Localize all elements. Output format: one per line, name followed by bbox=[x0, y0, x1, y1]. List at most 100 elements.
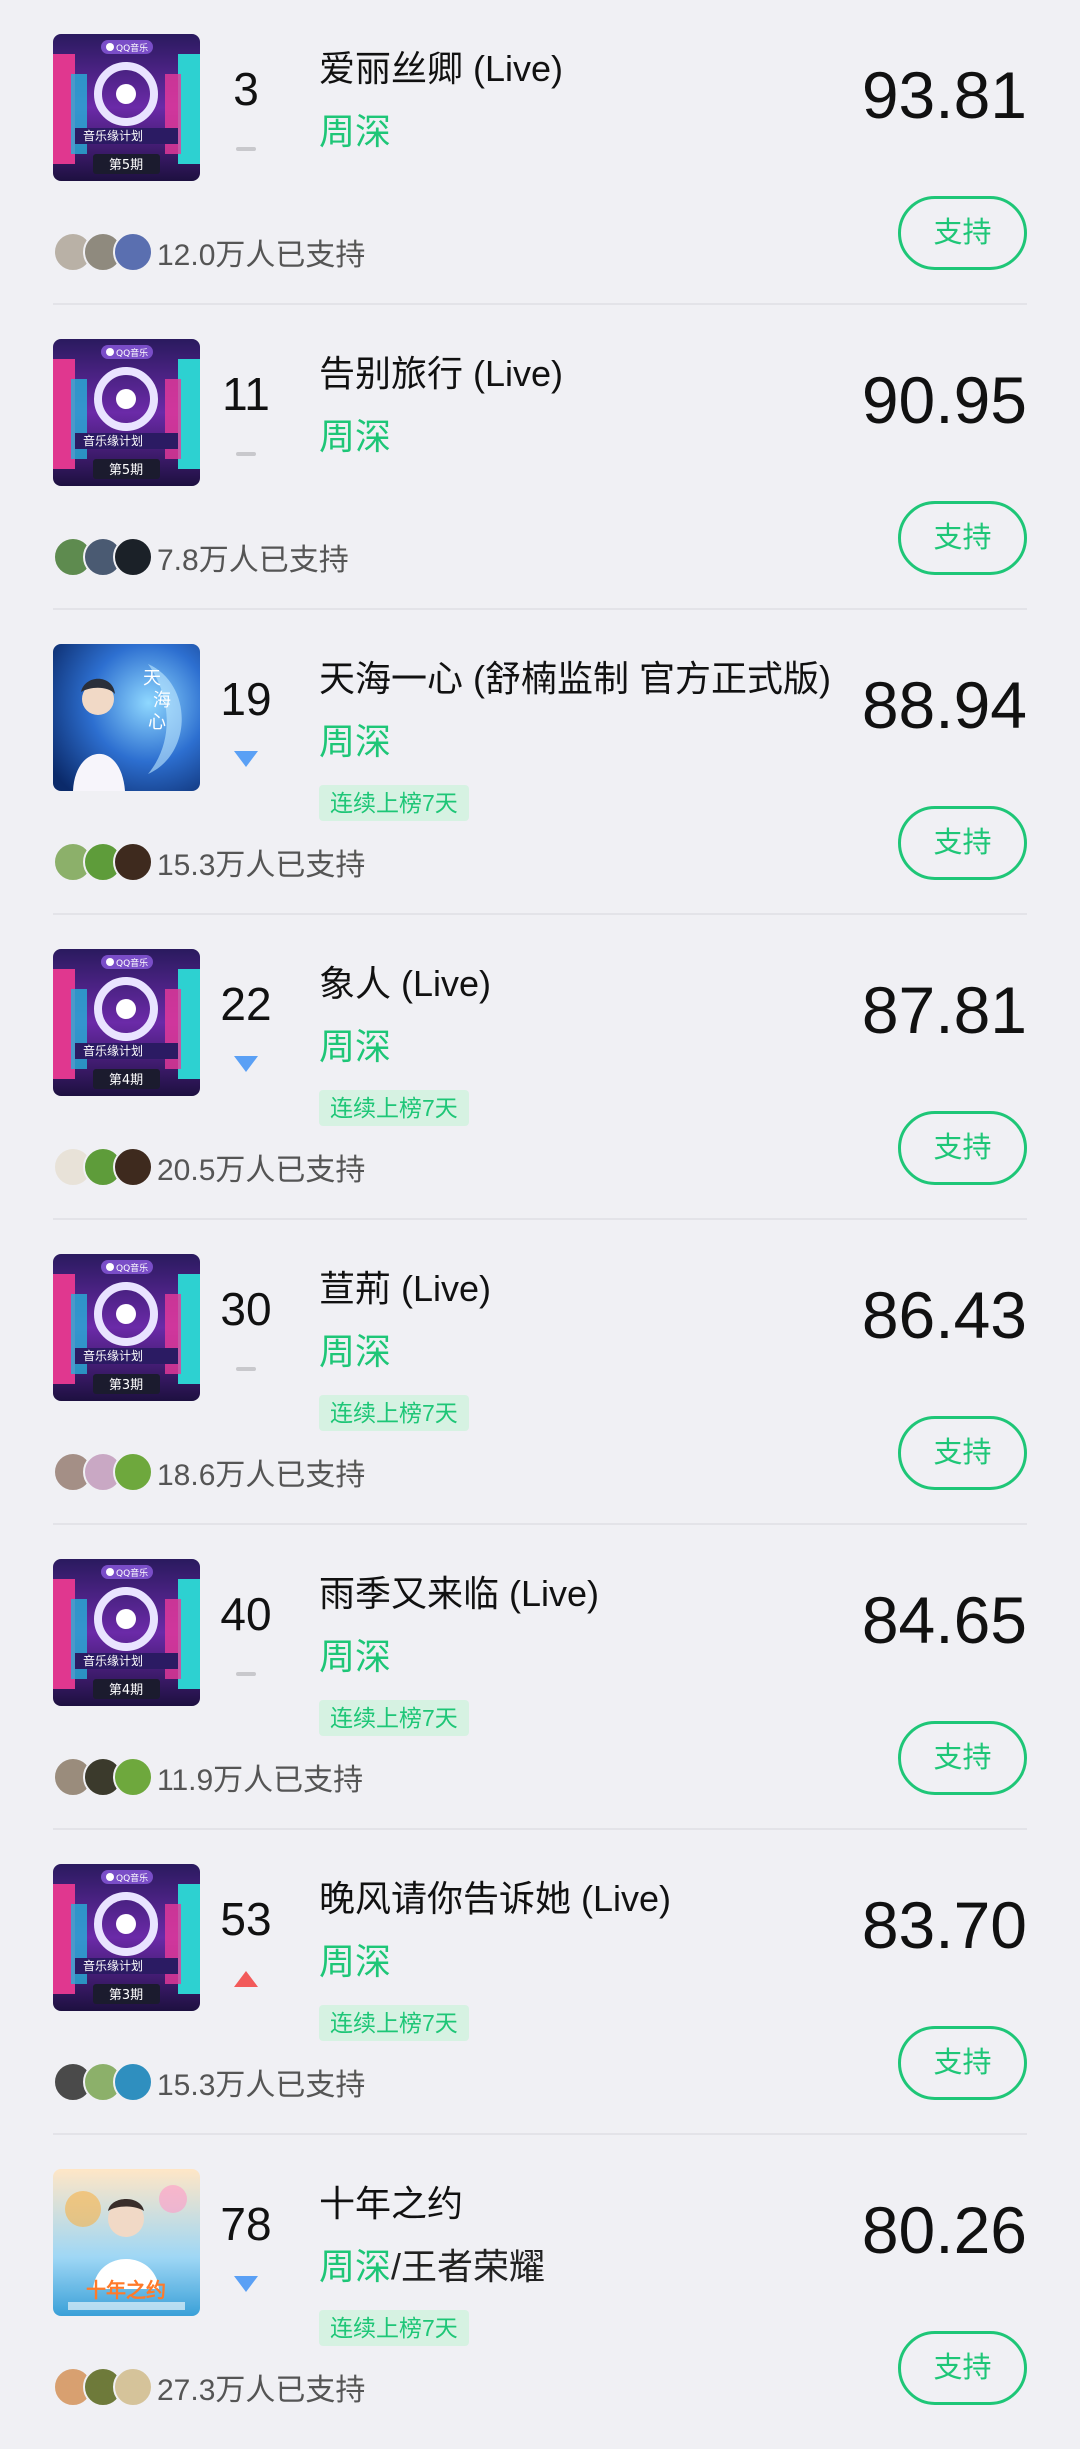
avatar bbox=[113, 232, 153, 272]
supporter-avatars bbox=[53, 2367, 163, 2407]
rank-number: 40 bbox=[220, 1588, 272, 1640]
artist-name[interactable]: 王者荣耀 bbox=[401, 2246, 545, 2287]
chart-list: QQ音乐 音乐缘计划 第5期 3 爱丽丝卿 (Live) 周深 93.81 支持 12.0… bbox=[0, 0, 1080, 2440]
trend-flat-icon bbox=[206, 138, 286, 160]
artist-name[interactable]: 周深 bbox=[319, 1941, 391, 1982]
score: 86.43 bbox=[861, 1278, 1027, 1352]
svg-text:QQ音乐: QQ音乐 bbox=[116, 957, 148, 969]
support-button[interactable]: 支持 bbox=[898, 1416, 1027, 1490]
chart-item[interactable]: 天 海 心 19 天海一心 (舒楠监制 官方正式版) 周深 连续上榜7天 88.94 支持… bbox=[0, 610, 1080, 915]
trend-down-icon bbox=[206, 1053, 286, 1075]
support-button[interactable]: 支持 bbox=[898, 1111, 1027, 1185]
avatar bbox=[113, 1452, 153, 1492]
artist-line: 周深 bbox=[319, 1635, 391, 1679]
supporters-row: 11.9万人已支持 bbox=[53, 1757, 363, 1797]
song-title[interactable]: 爱丽丝卿 (Live) bbox=[319, 47, 563, 91]
chart-item[interactable]: QQ音乐 音乐缘计划 第5期 11 告别旅行 (Live) 周深 90.95 支持 7.8… bbox=[0, 305, 1080, 610]
artist-name[interactable]: 周深 bbox=[319, 416, 391, 457]
svg-text:QQ音乐: QQ音乐 bbox=[116, 347, 148, 359]
trend-up-icon bbox=[206, 1968, 286, 1990]
score: 84.65 bbox=[861, 1583, 1027, 1657]
supporter-avatars bbox=[53, 232, 163, 272]
album-cover[interactable]: QQ音乐 音乐缘计划 第5期 bbox=[53, 339, 200, 486]
song-title[interactable]: 晚风请你告诉她 (Live) bbox=[319, 1877, 671, 1921]
chart-item[interactable]: QQ音乐 音乐缘计划 第3期 30 荁荊 (Live) 周深 连续上榜7天 86.43 支… bbox=[0, 1220, 1080, 1525]
rank-number: 3 bbox=[233, 63, 259, 115]
song-title[interactable]: 告别旅行 (Live) bbox=[319, 352, 563, 396]
score: 80.26 bbox=[861, 2193, 1027, 2267]
chart-item[interactable]: QQ音乐 音乐缘计划 第4期 40 雨季又来临 (Live) 周深连续上榜7天 84.… bbox=[0, 1525, 1080, 1830]
support-button[interactable]: 支持 bbox=[898, 2331, 1027, 2405]
album-cover[interactable]: 十年之约 bbox=[53, 2169, 200, 2316]
streak-badge: 连续上榜7天 bbox=[319, 1700, 469, 1736]
album-cover[interactable]: QQ音乐 音乐缘计划 第3期 bbox=[53, 1864, 200, 2011]
album-cover[interactable]: QQ音乐 音乐缘计划 第3期 bbox=[53, 1254, 200, 1401]
rank-number: 53 bbox=[220, 1893, 272, 1945]
svg-text:音乐缘计划: 音乐缘计划 bbox=[83, 1958, 143, 1973]
album-cover[interactable]: QQ音乐 音乐缘计划 第4期 bbox=[53, 1559, 200, 1706]
support-button[interactable]: 支持 bbox=[898, 501, 1027, 575]
chart-item[interactable]: QQ音乐 音乐缘计划 第5期 3 爱丽丝卿 (Live) 周深 93.81 支持 12.0… bbox=[0, 0, 1080, 305]
avatar bbox=[113, 842, 153, 882]
svg-text:第4期: 第4期 bbox=[109, 1073, 143, 1088]
svg-text:QQ音乐: QQ音乐 bbox=[116, 1872, 148, 1884]
album-cover[interactable]: QQ音乐 音乐缘计划 第4期 bbox=[53, 949, 200, 1096]
rank-number: 78 bbox=[220, 2198, 272, 2250]
support-button[interactable]: 支持 bbox=[898, 2026, 1027, 2100]
supporters-count: 12.0万人已支持 bbox=[157, 239, 366, 272]
artist-name[interactable]: 周深 bbox=[319, 721, 391, 762]
chart-item[interactable]: QQ音乐 音乐缘计划 第3期 53 晚风请你告诉她 (Live) 周深 连续上榜7天 8… bbox=[0, 1830, 1080, 2135]
streak-badge: 连续上榜7天 bbox=[319, 1090, 469, 1126]
score: 93.81 bbox=[861, 58, 1027, 132]
rank-number: 30 bbox=[220, 1283, 272, 1335]
song-title[interactable]: 十年之约 bbox=[319, 2182, 463, 2226]
supporters-count: 7.8万人已支持 bbox=[157, 544, 349, 577]
svg-text:第3期: 第3期 bbox=[109, 1378, 143, 1393]
album-cover[interactable]: QQ音乐 音乐缘计划 第5期 bbox=[53, 34, 200, 181]
svg-text:第3期: 第3期 bbox=[109, 1988, 143, 2003]
svg-text:QQ音乐: QQ音乐 bbox=[116, 1262, 148, 1274]
artist-line: 周深 bbox=[319, 1330, 391, 1374]
artist-name[interactable]: 周深 bbox=[319, 111, 391, 152]
avatar bbox=[113, 537, 153, 577]
support-button[interactable]: 支持 bbox=[898, 196, 1027, 270]
support-button[interactable]: 支持 bbox=[898, 1721, 1027, 1795]
artist-name[interactable]: 周深 bbox=[319, 2246, 391, 2287]
artist-name[interactable]: 周深 bbox=[319, 1026, 391, 1067]
supporters-count: 15.3万人已支持 bbox=[157, 2069, 366, 2102]
svg-text:心: 心 bbox=[148, 712, 166, 733]
support-button[interactable]: 支持 bbox=[898, 806, 1027, 880]
supporter-avatars bbox=[53, 2062, 163, 2102]
supporters-count: 18.6万人已支持 bbox=[157, 1459, 366, 1492]
song-title[interactable]: 荁荊 (Live) bbox=[319, 1267, 491, 1311]
rank-number: 22 bbox=[220, 978, 272, 1030]
chart-item[interactable]: 十年之约 78 十年之约 周深/王者荣耀 连续上榜7天 80.26 支持 27.3万人已支持 bbox=[0, 2135, 1080, 2440]
artist-separator: / bbox=[391, 2246, 402, 2287]
album-cover[interactable]: 天 海 心 bbox=[53, 644, 200, 791]
streak-badge: 连续上榜7天 bbox=[319, 2005, 469, 2041]
trend-flat-icon bbox=[206, 1663, 286, 1685]
supporters-count: 20.5万人已支持 bbox=[157, 1154, 366, 1187]
song-title[interactable]: 象人 (Live) bbox=[319, 962, 491, 1006]
supporter-avatars bbox=[53, 1757, 163, 1797]
svg-text:海: 海 bbox=[153, 690, 171, 711]
supporter-avatars bbox=[53, 1452, 163, 1492]
rank-number: 11 bbox=[222, 368, 270, 420]
supporters-row: 15.3万人已支持 bbox=[53, 2062, 365, 2102]
avatar bbox=[113, 1757, 153, 1797]
supporter-avatars bbox=[53, 842, 163, 882]
song-title[interactable]: 雨季又来临 (Live) bbox=[319, 1572, 599, 1616]
trend-flat-icon bbox=[206, 443, 286, 465]
artist-line: 周深/王者荣耀 bbox=[319, 2245, 545, 2289]
song-title[interactable]: 天海一心 (舒楠监制 官方正式版) bbox=[319, 657, 831, 701]
avatar bbox=[113, 2062, 153, 2102]
artist-name[interactable]: 周深 bbox=[319, 1636, 391, 1677]
artist-name[interactable]: 周深 bbox=[319, 1331, 391, 1372]
rank-number: 19 bbox=[220, 673, 272, 725]
svg-text:音乐缘计划: 音乐缘计划 bbox=[83, 1653, 143, 1668]
score: 88.94 bbox=[861, 668, 1027, 742]
svg-text:第5期: 第5期 bbox=[109, 463, 143, 478]
svg-text:音乐缘计划: 音乐缘计划 bbox=[83, 1348, 143, 1363]
artist-line: 周深 bbox=[319, 110, 391, 154]
chart-item[interactable]: QQ音乐 音乐缘计划 第4期 22 象人 (Live) 周深 连续上榜7天 87.81 支… bbox=[0, 915, 1080, 1220]
